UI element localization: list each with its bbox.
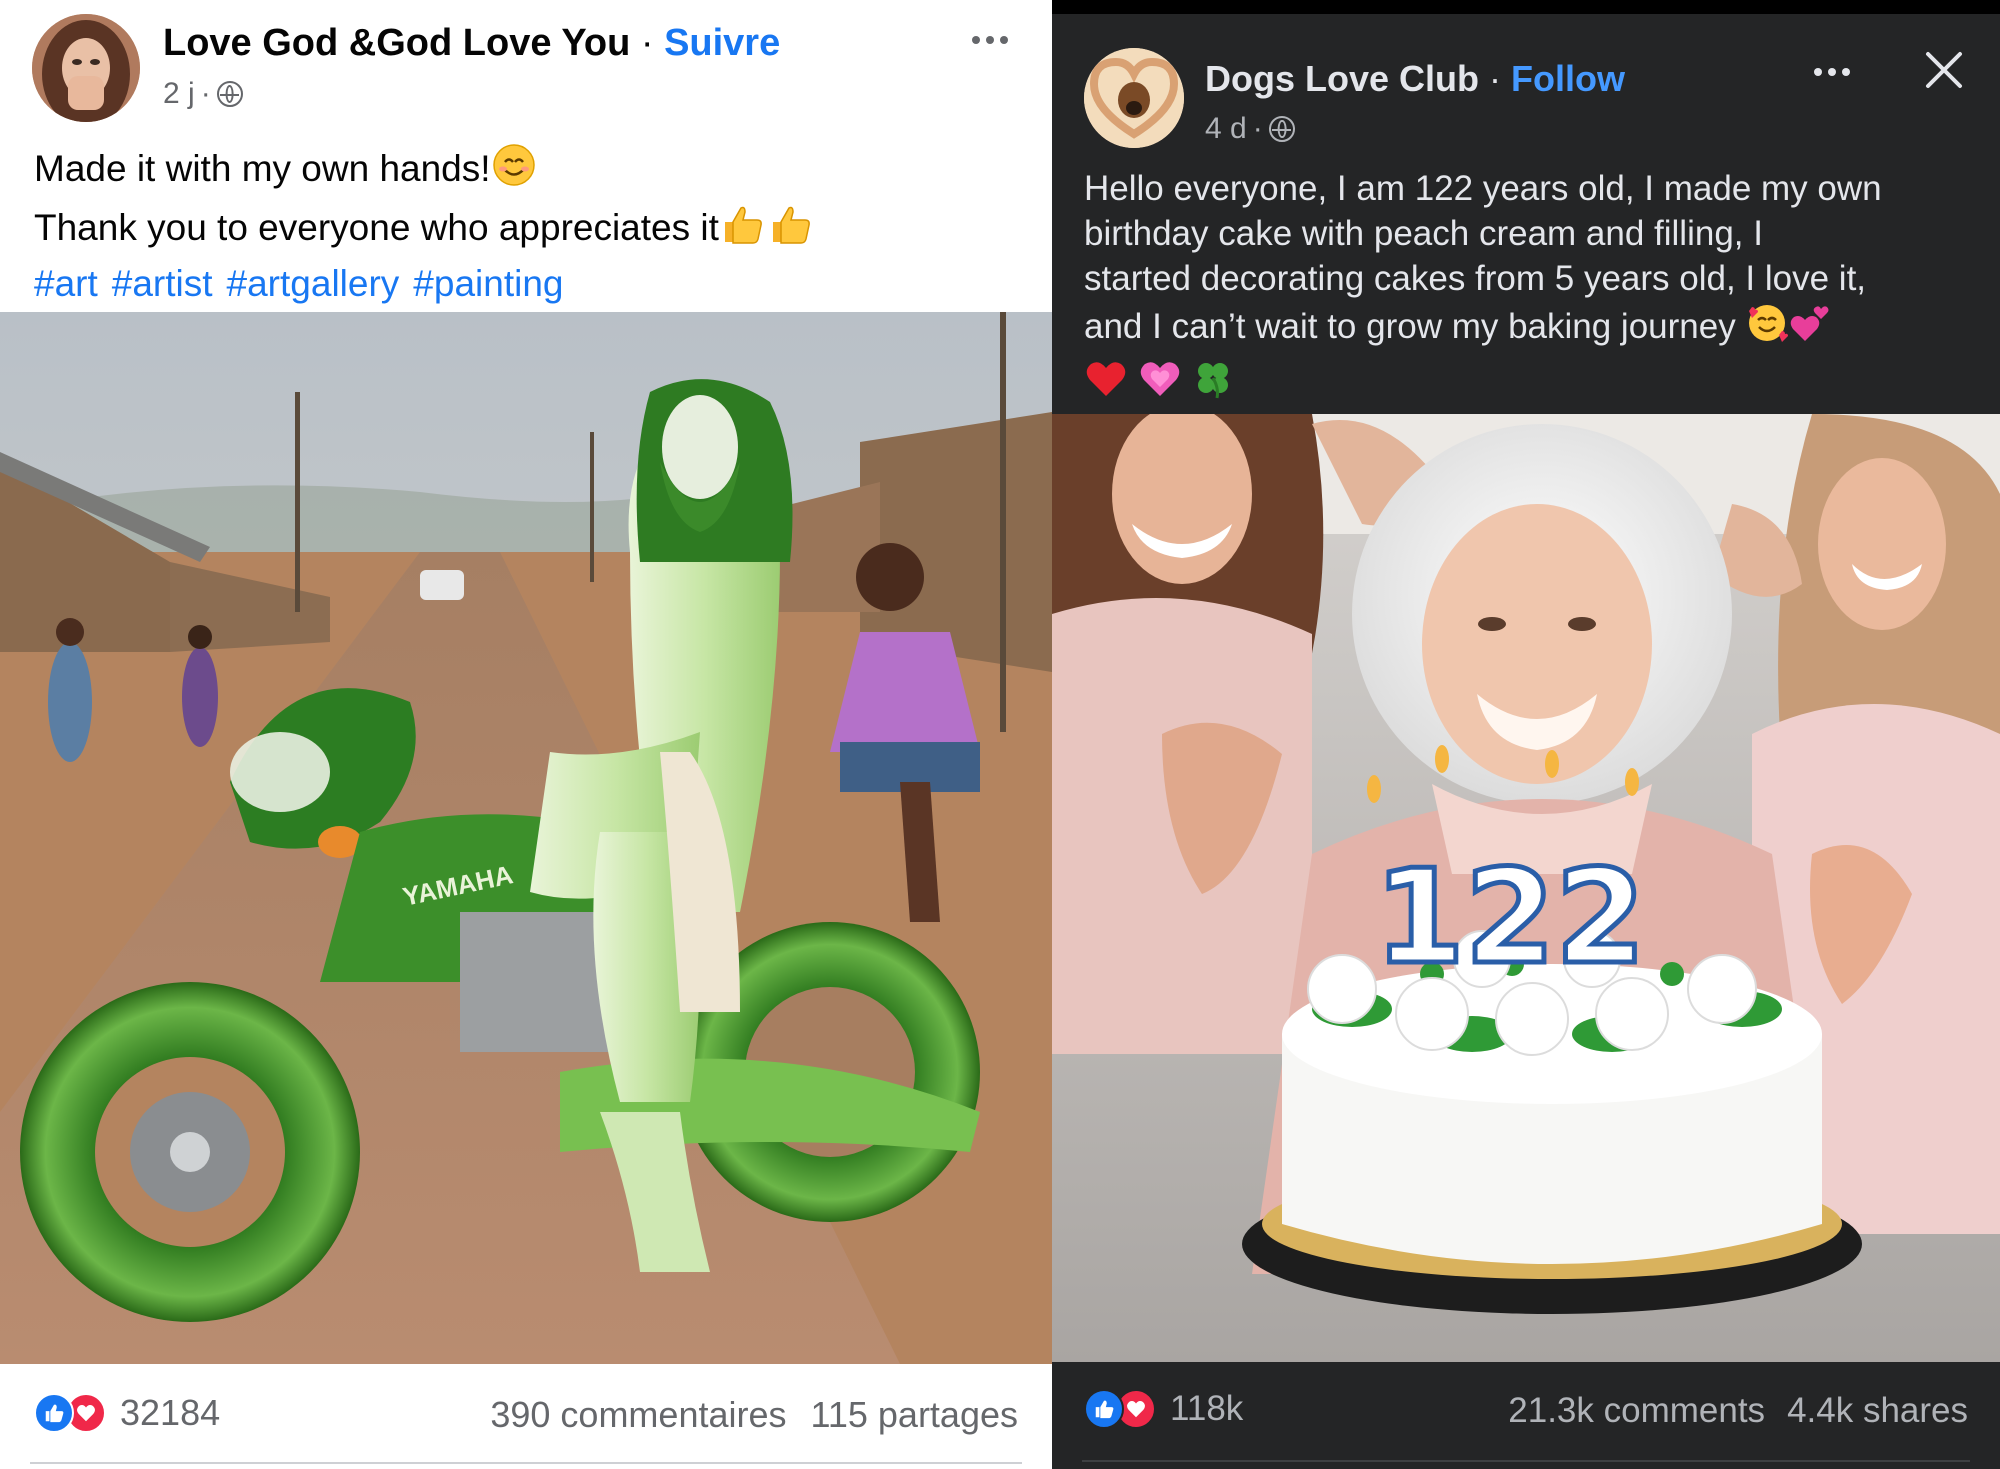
post-age[interactable]: 4 d bbox=[1205, 112, 1247, 146]
reactions-count[interactable]: 32184 bbox=[120, 1392, 220, 1434]
post-line-3: started decorating cakes from 5 years ol… bbox=[1084, 259, 1867, 298]
hashtag-link[interactable]: #artist bbox=[112, 263, 213, 304]
post-line-1: Made it with my own hands! bbox=[34, 147, 491, 189]
top-border bbox=[1052, 0, 2000, 14]
post-age[interactable]: 2 j bbox=[163, 77, 195, 111]
close-icon[interactable] bbox=[1924, 50, 1964, 90]
like-reaction-icon bbox=[34, 1393, 74, 1433]
follow-button[interactable]: Suivre bbox=[664, 22, 780, 64]
birthday-cake-illustration: 122 bbox=[1052, 414, 2000, 1362]
green-motorcycle-illustration: YAMAHA bbox=[0, 312, 1052, 1364]
avatar-portrait bbox=[32, 14, 140, 122]
hashtag-link[interactable]: #art bbox=[34, 263, 98, 304]
hashtag-row: #art #artist #artgallery #painting bbox=[34, 260, 815, 308]
right-post: Dogs Love Club · Follow 4 d · Hello ever… bbox=[1052, 0, 2000, 1469]
growing-heart-icon bbox=[1138, 356, 1182, 411]
author-avatar[interactable] bbox=[1084, 48, 1184, 148]
four-leaf-clover-icon bbox=[1191, 356, 1235, 411]
post-line-2: birthday cake with peach cream and filli… bbox=[1084, 214, 1763, 253]
post-text-line-1: Made it with my own hands! bbox=[34, 142, 815, 200]
author-line: Love God &God Love You · Suivre bbox=[163, 22, 780, 65]
post-meta: 4 d · bbox=[1205, 112, 1295, 146]
comments-count[interactable]: 390 commentaires bbox=[490, 1394, 786, 1436]
post-line-4-row: and I can’t wait to grow my baking journ… bbox=[1084, 301, 1882, 356]
author-name[interactable]: Dogs Love Club bbox=[1205, 58, 1479, 99]
thumbs-up-icon bbox=[719, 200, 767, 260]
meta-separator: · bbox=[1252, 112, 1263, 145]
like-reaction-icon bbox=[1084, 1389, 1124, 1429]
engagement-right: 21.3k comments 4.4k shares bbox=[1508, 1391, 1968, 1431]
hashtag-link[interactable]: #painting bbox=[413, 263, 563, 304]
thumbs-up-icon bbox=[767, 200, 815, 260]
left-post: Love God &God Love You · Suivre 2 j · Ma… bbox=[0, 0, 1052, 1469]
meta-separator: · bbox=[200, 77, 211, 110]
smiling-face-with-hearts-icon bbox=[1745, 301, 1789, 356]
name-separator: · bbox=[1489, 58, 1502, 99]
author-line: Dogs Love Club · Follow bbox=[1205, 58, 1625, 100]
shares-count[interactable]: 4.4k shares bbox=[1787, 1391, 1968, 1431]
engagement-bar: 118k bbox=[1084, 1389, 1243, 1429]
more-options-icon[interactable] bbox=[1814, 68, 1850, 76]
more-options-icon[interactable] bbox=[972, 36, 1008, 44]
post-image[interactable]: YAMAHA bbox=[0, 312, 1052, 1364]
dog-heart-avatar bbox=[1084, 48, 1184, 148]
globe-icon bbox=[216, 81, 243, 107]
smiling-face-icon bbox=[491, 142, 537, 200]
name-separator: · bbox=[640, 22, 654, 64]
engagement-bar: 32184 bbox=[34, 1392, 220, 1434]
author-name[interactable]: Love God &God Love You bbox=[163, 22, 630, 64]
emoji-row bbox=[1084, 356, 1882, 411]
shares-count[interactable]: 115 partages bbox=[811, 1394, 1019, 1436]
post-line-4: and I can’t wait to grow my baking journ… bbox=[1084, 306, 1736, 346]
hashtag-link[interactable]: #artgallery bbox=[227, 263, 400, 304]
comments-count[interactable]: 21.3k comments bbox=[1508, 1391, 1765, 1431]
post-text: Made it with my own hands! Thank you to … bbox=[34, 142, 815, 308]
follow-button[interactable]: Follow bbox=[1511, 58, 1625, 99]
cake-number-candles: 122 bbox=[1374, 841, 1645, 993]
post-line-1: Hello everyone, I am 122 years old, I ma… bbox=[1084, 169, 1882, 208]
globe-icon bbox=[1268, 116, 1295, 142]
two-hearts-icon bbox=[1789, 301, 1833, 356]
divider bbox=[1082, 1460, 1970, 1462]
post-line-2: Thank you to everyone who appreciates it bbox=[34, 206, 719, 248]
post-text-line-2: Thank you to everyone who appreciates it bbox=[34, 200, 815, 260]
author-avatar[interactable] bbox=[32, 14, 140, 122]
woman-left bbox=[1052, 414, 1324, 1054]
red-heart-icon bbox=[1084, 356, 1128, 411]
post-image[interactable]: 122 bbox=[1052, 414, 2000, 1362]
reactions-count[interactable]: 118k bbox=[1170, 1389, 1243, 1429]
engagement-right: 390 commentaires 115 partages bbox=[490, 1394, 1018, 1436]
post-text: Hello everyone, I am 122 years old, I ma… bbox=[1084, 166, 1882, 411]
divider bbox=[30, 1462, 1022, 1464]
post-meta: 2 j · bbox=[163, 77, 243, 111]
